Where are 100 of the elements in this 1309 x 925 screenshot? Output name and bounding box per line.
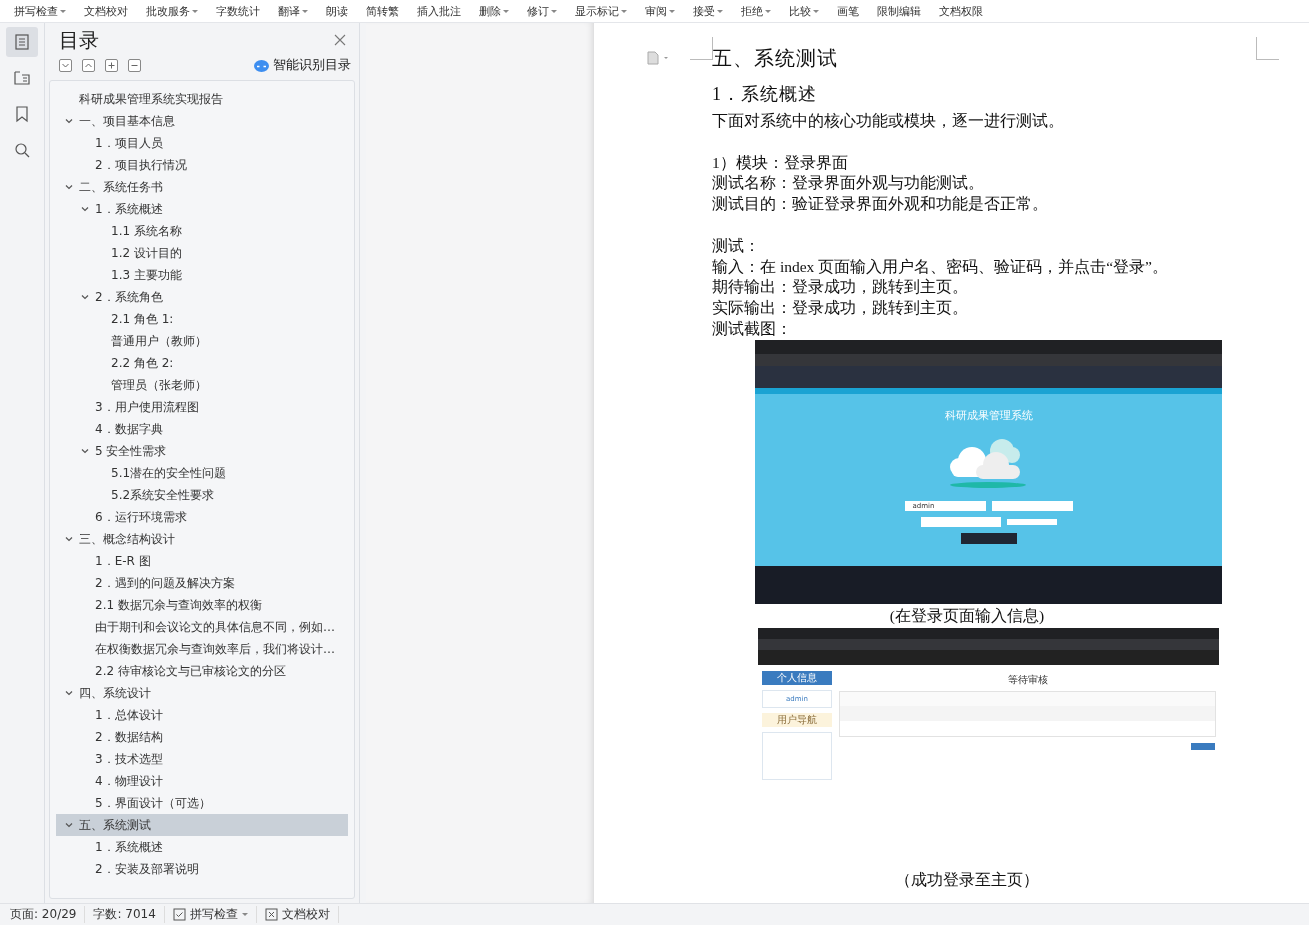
toc-item[interactable]: 1.1 系统名称 bbox=[56, 220, 348, 242]
subsection-heading: 1．系统概述 bbox=[712, 83, 818, 106]
toc-item[interactable]: 2.1 角色 1: bbox=[56, 308, 348, 330]
minus-icon[interactable] bbox=[128, 59, 141, 72]
site-title: 科研成果管理系统 bbox=[944, 407, 1033, 423]
chevron-down-icon[interactable] bbox=[64, 820, 74, 830]
toc-item[interactable]: 1．系统概述 bbox=[56, 836, 348, 858]
toolbar-button[interactable]: 拒绝 bbox=[739, 3, 773, 19]
toc-item[interactable]: 2．项目执行情况 bbox=[56, 154, 348, 176]
toc-item[interactable]: 2．遇到的问题及解决方案 bbox=[56, 572, 348, 594]
toolbar-button[interactable]: 插入批注 bbox=[415, 3, 463, 19]
toc-item[interactable]: 1.3 主要功能 bbox=[56, 264, 348, 286]
toolbar-button[interactable]: 限制编辑 bbox=[875, 3, 923, 19]
toolbar-button[interactable]: 批改服务 bbox=[144, 3, 200, 19]
plus-icon[interactable] bbox=[105, 59, 118, 72]
margin-corner-mark bbox=[690, 37, 713, 60]
toolbar-button[interactable]: 接受 bbox=[691, 3, 725, 19]
toc-item[interactable]: 三、概念结构设计 bbox=[56, 528, 348, 550]
toolbar-button[interactable]: 简转繁 bbox=[364, 3, 401, 19]
chevron-down-icon[interactable] bbox=[80, 204, 90, 214]
checkbox-tick-icon bbox=[172, 908, 186, 921]
paragraph: 实际输出：登录成功，跳转到主页。 bbox=[712, 298, 969, 319]
list-icon bbox=[13, 33, 31, 51]
toc-item[interactable]: 普通用户（教师） bbox=[56, 330, 348, 352]
paragraph: 测试目的：验证登录界面外观和功能是否正常。 bbox=[712, 194, 1049, 215]
toc-item[interactable]: 2．系统角色 bbox=[56, 286, 348, 308]
paragraph: 1）模块：登录界面 bbox=[712, 152, 849, 173]
toc-item[interactable]: 5．界面设计（可选） bbox=[56, 792, 348, 814]
toc-item[interactable]: 1．E-R 图 bbox=[56, 550, 348, 572]
toc-item[interactable]: 5 安全性需求 bbox=[56, 440, 348, 462]
expand-icon[interactable] bbox=[59, 59, 72, 72]
toc-item[interactable]: 科研成果管理系统实现报告 bbox=[56, 88, 348, 110]
figure-caption: (在登录页面输入信息) bbox=[888, 605, 1046, 626]
toolbar-button[interactable]: 文档校对 bbox=[82, 3, 130, 19]
word-count: 字数: 7014 bbox=[93, 906, 165, 923]
toolbar-button[interactable]: 修订 bbox=[525, 3, 559, 19]
toc-item[interactable]: 5.2系统安全性要求 bbox=[56, 484, 348, 506]
toc-item[interactable]: 五、系统测试 bbox=[56, 814, 348, 836]
toc-item[interactable]: 2.1 数据冗余与查询效率的权衡 bbox=[56, 594, 348, 616]
paragraph: 期待输出：登录成功，跳转到主页。 bbox=[712, 277, 969, 298]
toc-item[interactable]: 管理员（张老师） bbox=[56, 374, 348, 396]
chevron-down-icon[interactable] bbox=[80, 292, 90, 302]
toolbar-button[interactable]: 翻译 bbox=[276, 3, 310, 19]
toc-item[interactable]: 四、系统设计 bbox=[56, 682, 348, 704]
proofread-button[interactable]: 文档校对 bbox=[264, 906, 339, 923]
toc-item[interactable]: 2．数据结构 bbox=[56, 726, 348, 748]
figure-caption: （成功登录至主页） bbox=[894, 869, 1040, 890]
paragraph: 下面对系统中的核心功能或模块，逐一进行测试。 bbox=[712, 111, 1065, 131]
chevron-down-icon[interactable] bbox=[64, 534, 74, 544]
toc-item[interactable]: 1.2 设计目的 bbox=[56, 242, 348, 264]
chevron-down-icon[interactable] bbox=[64, 182, 74, 192]
password-field[interactable] bbox=[991, 500, 1073, 511]
toc-item[interactable]: 2.2 待审核论文与已审核论文的分区 bbox=[56, 660, 348, 682]
section-heading: 五、系统测试 bbox=[712, 46, 839, 71]
toc-item[interactable]: 3．用户使用流程图 bbox=[56, 396, 348, 418]
captcha-image bbox=[1006, 518, 1057, 525]
toolbar-button[interactable]: 字数统计 bbox=[214, 3, 262, 19]
outline-icon bbox=[13, 69, 31, 87]
box-cross-icon bbox=[264, 908, 278, 921]
chevron-down-icon[interactable] bbox=[64, 116, 74, 126]
toolbar-button[interactable]: 拼写检查 bbox=[12, 3, 68, 19]
toc-item[interactable]: 4．数据字典 bbox=[56, 418, 348, 440]
collapse-icon[interactable] bbox=[82, 59, 95, 72]
captcha-field[interactable] bbox=[920, 516, 1001, 527]
toolbar-button[interactable]: 朗读 bbox=[324, 3, 350, 19]
paragraph: 测试： bbox=[712, 235, 761, 256]
pagination bbox=[1191, 742, 1215, 750]
toc-item[interactable]: 1．项目人员 bbox=[56, 132, 348, 154]
toc-item[interactable]: 4．物理设计 bbox=[56, 770, 348, 792]
robot-icon bbox=[254, 59, 269, 72]
toc-item[interactable]: 1．系统概述 bbox=[56, 198, 348, 220]
paragraph: 测试名称：登录界面外观与功能测试。 bbox=[712, 173, 985, 194]
table-heading: 等待审核 bbox=[1007, 672, 1048, 687]
toc-item[interactable]: 在权衡数据冗余与查询效率后，我们将设计… bbox=[56, 638, 348, 660]
search-icon bbox=[13, 141, 31, 159]
rail-button[interactable] bbox=[6, 27, 38, 57]
toolbar-button[interactable]: 文档权限 bbox=[937, 3, 985, 19]
toolbar-button[interactable]: 比较 bbox=[787, 3, 821, 19]
spell-check-button[interactable]: 拼写检查 bbox=[172, 906, 257, 923]
chevron-down-icon[interactable] bbox=[64, 688, 74, 698]
toc-item[interactable]: 1．总体设计 bbox=[56, 704, 348, 726]
toolbar-button[interactable]: 审阅 bbox=[643, 3, 677, 19]
toc-item[interactable]: 由于期刊和会议论文的具体信息不同，例如… bbox=[56, 616, 348, 638]
toc-item[interactable]: 一、项目基本信息 bbox=[56, 110, 348, 132]
chevron-down-icon[interactable] bbox=[80, 446, 90, 456]
toc-item[interactable]: 2．安装及部署说明 bbox=[56, 858, 348, 880]
toolbar-button[interactable]: 删除 bbox=[477, 3, 511, 19]
toc-item[interactable]: 6．运行环境需求 bbox=[56, 506, 348, 528]
toolbar-button[interactable]: 画笔 bbox=[835, 3, 861, 19]
login-button[interactable] bbox=[960, 532, 1017, 544]
panel-title: 目录 bbox=[59, 26, 99, 54]
panel-title: 用户导航 bbox=[762, 712, 832, 727]
toc-item[interactable]: 5.1潜在的安全性问题 bbox=[56, 462, 348, 484]
toc-item[interactable]: 3．技术选型 bbox=[56, 748, 348, 770]
toc-item[interactable]: 二、系统任务书 bbox=[56, 176, 348, 198]
close-icon[interactable] bbox=[333, 33, 347, 47]
page-count: 页面: 20/29 bbox=[10, 906, 86, 923]
toolbar-button[interactable]: 显示标记 bbox=[573, 3, 629, 19]
toc-item[interactable]: 2.2 角色 2: bbox=[56, 352, 348, 374]
smart-toc-button[interactable]: 智能识别目录 bbox=[254, 57, 351, 74]
